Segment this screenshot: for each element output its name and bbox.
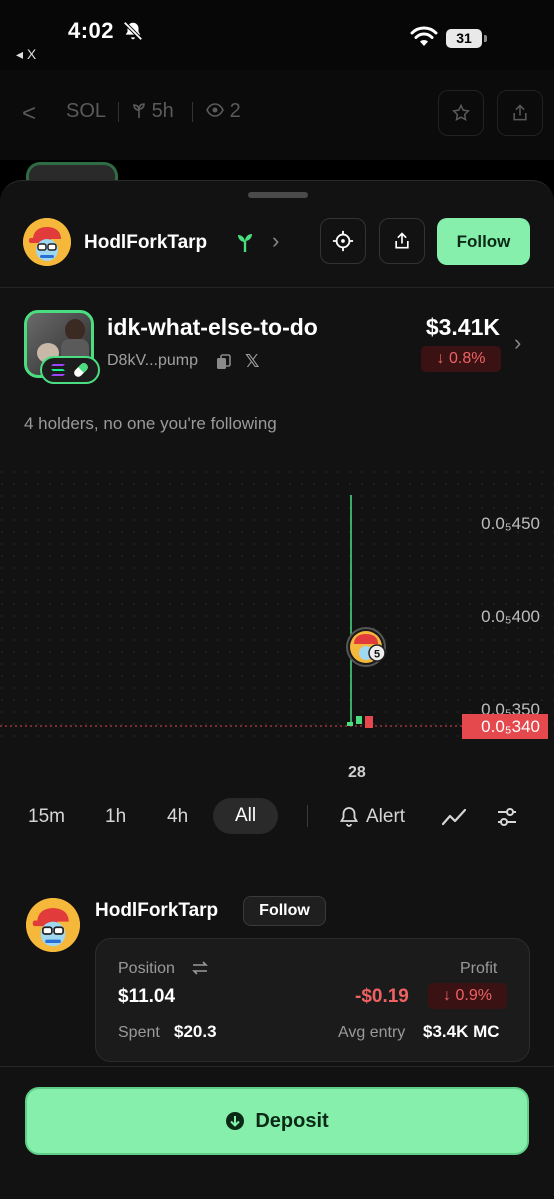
chevron-right-icon[interactable]: › — [514, 330, 521, 356]
timeframe-1h[interactable]: 1h — [105, 806, 126, 828]
avg-entry-value: $3.4K MC — [423, 1022, 500, 1041]
avg-entry-label: Avg entry — [338, 1024, 406, 1041]
crosshair-icon — [332, 230, 354, 252]
sheet-grabber[interactable] — [248, 192, 308, 198]
price-chart[interactable]: 0.0₅450 0.0₅400 0.0₅350 0.0₅340 5 — [0, 470, 554, 770]
star-icon — [452, 103, 470, 121]
holders-summary: 4 holders, no one you're following — [24, 414, 277, 433]
position-label: Position — [118, 960, 175, 977]
chart-candle — [356, 716, 362, 724]
spent-value: $20.3 — [174, 1022, 217, 1041]
trader-avatar-icon — [26, 898, 80, 952]
status-time: 4:02 — [68, 18, 115, 43]
position-value: $11.04 — [118, 986, 176, 1007]
timeframe-all[interactable]: All — [213, 798, 278, 834]
sprout-icon — [238, 234, 252, 252]
profit-change-badge: ↓ 0.9% — [428, 983, 507, 1009]
trader-avatar[interactable] — [23, 218, 71, 266]
trader-name[interactable]: HodlForkTarp — [84, 232, 207, 254]
position-trader-avatar[interactable] — [26, 898, 80, 952]
background-star-button[interactable] — [438, 90, 484, 136]
settings-sliders-icon[interactable] — [496, 806, 518, 828]
background-age: 5h — [132, 100, 174, 123]
background-views-value: 2 — [229, 100, 241, 122]
solana-icon — [51, 364, 65, 376]
share-icon — [513, 104, 527, 121]
chart-candle — [365, 716, 373, 728]
battery-tip — [484, 35, 487, 42]
battery-icon: 31 — [446, 29, 482, 48]
token-name[interactable]: idk-what-else-to-do — [107, 314, 318, 341]
x-social-icon[interactable]: 𝕏 — [245, 351, 260, 372]
chart-grid — [0, 470, 554, 740]
chart-candle — [347, 722, 353, 726]
background-symbol: SOL — [66, 100, 107, 122]
alert-button[interactable]: Alert — [366, 806, 405, 828]
eye-icon — [206, 103, 224, 117]
arrow-down-circle-icon — [226, 1112, 245, 1130]
position-trader-name[interactable]: HodlForkTarp — [95, 900, 218, 922]
chevron-right-icon[interactable]: › — [272, 228, 279, 254]
market-cap: $3.41K — [425, 314, 500, 340]
deposit-button[interactable]: Deposit — [25, 1087, 529, 1155]
background-token-header: < SOL 5h 2 — [0, 70, 554, 160]
y-tick-label: 0.0₅400 — [481, 607, 540, 626]
share-button[interactable] — [379, 218, 425, 264]
spent-label: Spent — [118, 1024, 160, 1041]
timeframe-4h[interactable]: 4h — [167, 806, 188, 828]
divider — [192, 102, 193, 122]
section-divider — [0, 287, 554, 288]
chain-badge — [40, 356, 100, 384]
y-tick-label: 0.0₅450 — [481, 514, 540, 533]
line-chart-icon[interactable] — [441, 806, 467, 828]
market-cap-change-badge: ↓ 0.8% — [421, 346, 501, 372]
back-chevron-icon[interactable]: < — [22, 100, 36, 128]
locate-button[interactable] — [320, 218, 366, 264]
divider — [118, 102, 119, 122]
profit-value: -$0.19 — [355, 986, 409, 1007]
pill-icon — [74, 363, 88, 377]
token-address: D8kV...pump — [107, 352, 199, 369]
sprout-icon — [133, 103, 145, 118]
swap-icon[interactable] — [192, 961, 208, 975]
timeframe-15m[interactable]: 15m — [28, 806, 65, 828]
position-follow-button[interactable]: Follow — [243, 896, 326, 926]
trader-marker-count: 5 — [374, 649, 380, 661]
profit-label: Profit — [460, 960, 498, 977]
x-tick-label: 28 — [348, 764, 366, 781]
token-image-figure — [65, 319, 85, 341]
deposit-label: Deposit — [255, 1109, 329, 1132]
back-to-app-link[interactable]: ◂ X — [16, 46, 36, 63]
toolbar-divider — [307, 805, 308, 827]
muted-bell-icon — [123, 21, 143, 41]
trader-avatar-icon — [23, 218, 71, 266]
wifi-icon — [410, 26, 438, 46]
copy-icon[interactable] — [216, 354, 232, 370]
background-views: 2 — [206, 100, 241, 123]
status-bar: 4:02 ◂ X 31 — [0, 0, 554, 70]
current-price-tag-label: 0.0₅340 — [481, 717, 540, 736]
background-share-button[interactable] — [497, 90, 543, 136]
bell-icon[interactable] — [339, 806, 359, 828]
share-icon — [395, 232, 409, 249]
follow-button[interactable]: Follow — [437, 218, 530, 265]
background-age-value: 5h — [151, 100, 174, 122]
trader-trade-marker[interactable]: 5 — [346, 627, 386, 667]
